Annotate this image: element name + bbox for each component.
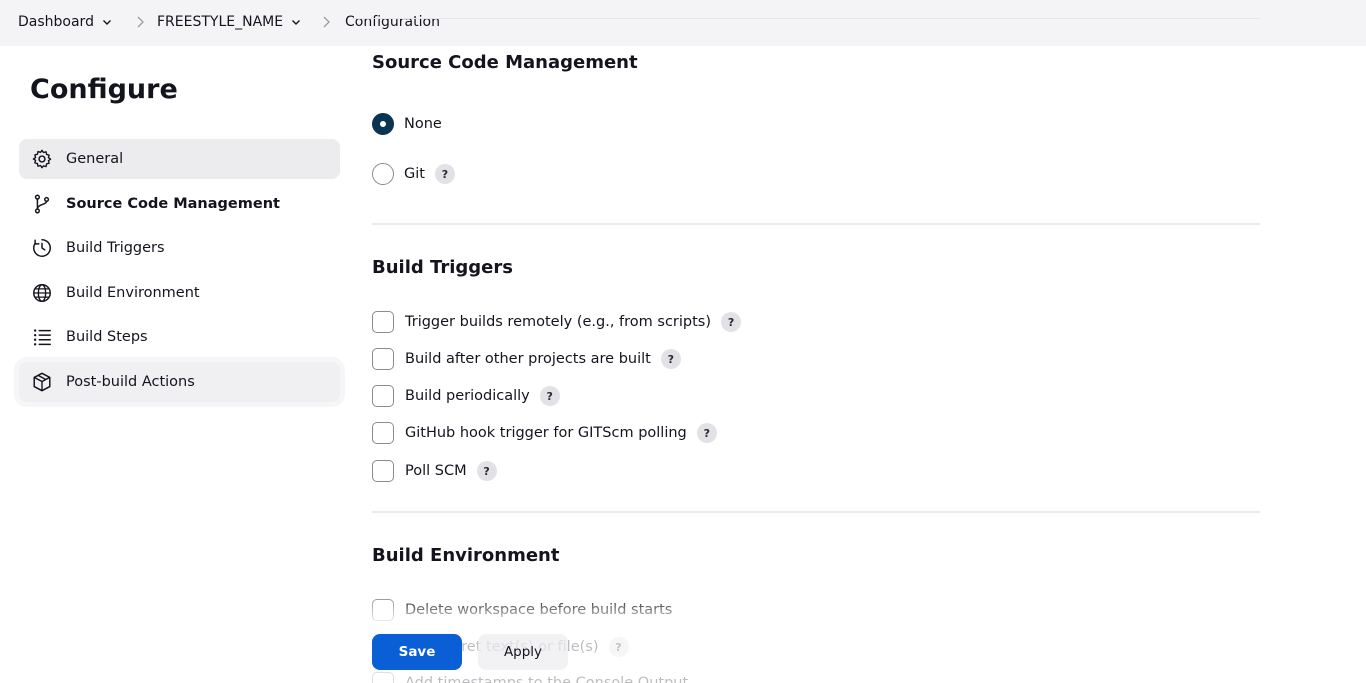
checkbox[interactable] bbox=[372, 385, 394, 407]
package-icon bbox=[31, 371, 53, 393]
chevron-down-icon[interactable] bbox=[102, 17, 112, 27]
chevron-right-icon bbox=[323, 16, 330, 28]
help-icon[interactable]: ? bbox=[660, 349, 681, 369]
checkbox[interactable] bbox=[372, 460, 394, 482]
checkbox[interactable] bbox=[372, 422, 394, 444]
sidebar-item-label: Post-build Actions bbox=[66, 374, 195, 390]
help-icon[interactable]: ? bbox=[608, 637, 629, 657]
sidebar-item-label: General bbox=[66, 151, 124, 167]
section-divider bbox=[372, 223, 1260, 225]
help-icon[interactable]: ? bbox=[434, 164, 455, 184]
checkbox[interactable] bbox=[372, 599, 394, 621]
sidebar-item-build-steps[interactable]: Build Steps bbox=[19, 317, 340, 357]
sidebar-item-build-triggers[interactable]: Build Triggers bbox=[19, 228, 340, 268]
radio-git[interactable] bbox=[372, 163, 394, 185]
scm-option-label: Git bbox=[404, 166, 425, 182]
breadcrumb-dashboard-label: Dashboard bbox=[18, 14, 94, 30]
header-divider bbox=[352, 18, 1260, 19]
trigger-poll-scm[interactable]: Poll SCM ? bbox=[372, 460, 497, 482]
radio-none[interactable] bbox=[372, 113, 394, 135]
trigger-periodically[interactable]: Build periodically ? bbox=[372, 385, 560, 407]
save-button[interactable]: Save bbox=[372, 634, 462, 670]
scm-section-title: Source Code Management bbox=[372, 52, 638, 73]
breadcrumb-dashboard[interactable]: Dashboard bbox=[18, 0, 112, 44]
env-option-label: Delete workspace before build starts bbox=[405, 602, 673, 618]
sidebar-item-build-environment[interactable]: Build Environment bbox=[19, 273, 340, 313]
scm-option-none[interactable]: None bbox=[372, 113, 442, 135]
breadcrumb-job[interactable]: FREESTYLE_NAME bbox=[157, 0, 301, 44]
env-timestamps[interactable]: Add timestamps to the Console Output bbox=[372, 672, 688, 683]
help-icon[interactable]: ? bbox=[696, 423, 717, 443]
list-icon bbox=[31, 326, 53, 348]
sidebar-item-post-build-actions[interactable]: Post-build Actions bbox=[19, 362, 340, 402]
trigger-label: Build periodically bbox=[405, 388, 530, 404]
breadcrumb-configuration[interactable]: Configuration bbox=[345, 0, 440, 44]
scm-option-label: None bbox=[404, 116, 442, 132]
help-icon[interactable]: ? bbox=[721, 312, 742, 332]
trigger-label: Build after other projects are built bbox=[405, 351, 651, 367]
globe-icon bbox=[31, 282, 53, 304]
trigger-label: Poll SCM bbox=[405, 463, 467, 479]
timer-icon bbox=[31, 237, 53, 259]
environment-section-title: Build Environment bbox=[372, 545, 560, 566]
scm-option-git[interactable]: Git ? bbox=[372, 163, 455, 185]
checkbox[interactable] bbox=[372, 672, 394, 683]
sidebar-item-label: Build Triggers bbox=[66, 240, 165, 256]
trigger-label: Trigger builds remotely (e.g., from scri… bbox=[405, 314, 712, 330]
gear-icon bbox=[31, 148, 53, 170]
sidebar-item-label: Build Environment bbox=[66, 285, 200, 301]
breadcrumb-configuration-label: Configuration bbox=[345, 14, 440, 30]
sidebar-item-label: Source Code Management bbox=[66, 196, 280, 212]
help-icon[interactable]: ? bbox=[476, 461, 497, 481]
env-delete-workspace[interactable]: Delete workspace before build starts bbox=[372, 599, 672, 621]
triggers-section-title: Build Triggers bbox=[372, 257, 513, 278]
trigger-remote[interactable]: Trigger builds remotely (e.g., from scri… bbox=[372, 311, 742, 333]
sidebar-item-general[interactable]: General bbox=[19, 139, 340, 179]
chevron-right-icon bbox=[137, 16, 144, 28]
checkbox[interactable] bbox=[372, 311, 394, 333]
trigger-label: GitHub hook trigger for GITScm polling bbox=[405, 425, 687, 441]
env-option-label: Add timestamps to the Console Output bbox=[405, 675, 689, 683]
trigger-after-other-projects[interactable]: Build after other projects are built ? bbox=[372, 348, 681, 370]
section-divider bbox=[372, 511, 1260, 513]
checkbox[interactable] bbox=[372, 348, 394, 370]
branch-icon bbox=[31, 193, 53, 215]
help-icon[interactable]: ? bbox=[539, 386, 560, 406]
chevron-down-icon[interactable] bbox=[291, 17, 301, 27]
trigger-github-hook[interactable]: GitHub hook trigger for GITScm polling ? bbox=[372, 422, 717, 444]
breadcrumb-job-label: FREESTYLE_NAME bbox=[157, 14, 284, 30]
sidebar-item-label: Build Steps bbox=[66, 329, 148, 345]
sidebar-title: Configure bbox=[30, 74, 178, 105]
apply-button[interactable]: Apply bbox=[478, 634, 568, 670]
breadcrumb: Dashboard FREESTYLE_NAME Configuration bbox=[0, 0, 1366, 46]
sidebar-item-source-code-management[interactable]: Source Code Management bbox=[19, 184, 340, 224]
